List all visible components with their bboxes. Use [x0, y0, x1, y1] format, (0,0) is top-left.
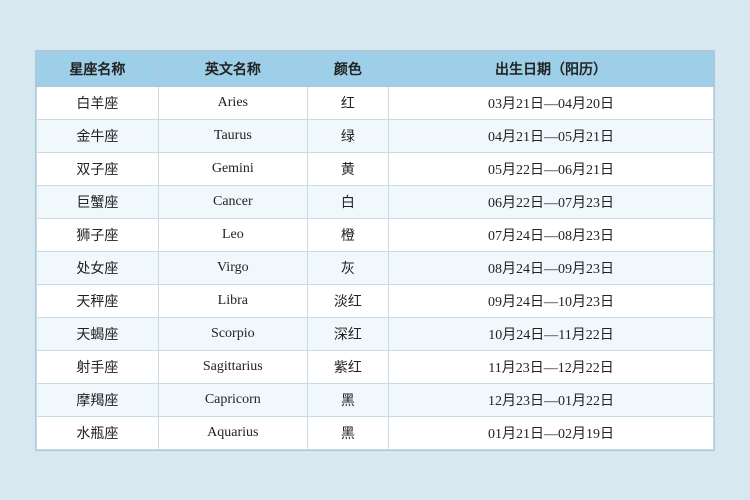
table-row: 天蝎座Scorpio深红10月24日—11月22日	[37, 317, 714, 350]
cell-color: 黑	[307, 416, 388, 449]
zodiac-table: 星座名称 英文名称 颜色 出生日期（阳历） 白羊座Aries红03月21日—04…	[36, 51, 714, 450]
table-row: 双子座Gemini黄05月22日—06月21日	[37, 152, 714, 185]
table-row: 摩羯座Capricorn黑12月23日—01月22日	[37, 383, 714, 416]
cell-date: 07月24日—08月23日	[389, 218, 714, 251]
cell-date: 04月21日—05月21日	[389, 119, 714, 152]
cell-chinese: 金牛座	[37, 119, 159, 152]
cell-english: Virgo	[158, 251, 307, 284]
header-chinese: 星座名称	[37, 51, 159, 86]
table-row: 射手座Sagittarius紫红11月23日—12月22日	[37, 350, 714, 383]
cell-english: Sagittarius	[158, 350, 307, 383]
cell-color: 黄	[307, 152, 388, 185]
cell-chinese: 天蝎座	[37, 317, 159, 350]
cell-chinese: 双子座	[37, 152, 159, 185]
cell-chinese: 射手座	[37, 350, 159, 383]
table-header-row: 星座名称 英文名称 颜色 出生日期（阳历）	[37, 51, 714, 86]
zodiac-table-container: 星座名称 英文名称 颜色 出生日期（阳历） 白羊座Aries红03月21日—04…	[35, 50, 715, 451]
cell-chinese: 处女座	[37, 251, 159, 284]
cell-english: Cancer	[158, 185, 307, 218]
cell-date: 10月24日—11月22日	[389, 317, 714, 350]
cell-color: 红	[307, 86, 388, 119]
cell-color: 紫红	[307, 350, 388, 383]
cell-date: 08月24日—09月23日	[389, 251, 714, 284]
cell-english: Aries	[158, 86, 307, 119]
cell-english: Gemini	[158, 152, 307, 185]
cell-date: 12月23日—01月22日	[389, 383, 714, 416]
header-color: 颜色	[307, 51, 388, 86]
cell-color: 淡红	[307, 284, 388, 317]
cell-color: 灰	[307, 251, 388, 284]
cell-color: 绿	[307, 119, 388, 152]
cell-english: Aquarius	[158, 416, 307, 449]
cell-date: 01月21日—02月19日	[389, 416, 714, 449]
header-english: 英文名称	[158, 51, 307, 86]
cell-chinese: 白羊座	[37, 86, 159, 119]
table-row: 水瓶座Aquarius黑01月21日—02月19日	[37, 416, 714, 449]
table-row: 巨蟹座Cancer白06月22日—07月23日	[37, 185, 714, 218]
table-row: 处女座Virgo灰08月24日—09月23日	[37, 251, 714, 284]
cell-color: 深红	[307, 317, 388, 350]
cell-color: 黑	[307, 383, 388, 416]
table-body: 白羊座Aries红03月21日—04月20日金牛座Taurus绿04月21日—0…	[37, 86, 714, 449]
cell-date: 05月22日—06月21日	[389, 152, 714, 185]
cell-english: Taurus	[158, 119, 307, 152]
table-row: 天秤座Libra淡红09月24日—10月23日	[37, 284, 714, 317]
cell-date: 09月24日—10月23日	[389, 284, 714, 317]
cell-color: 白	[307, 185, 388, 218]
cell-chinese: 水瓶座	[37, 416, 159, 449]
table-row: 白羊座Aries红03月21日—04月20日	[37, 86, 714, 119]
cell-chinese: 天秤座	[37, 284, 159, 317]
cell-english: Capricorn	[158, 383, 307, 416]
cell-chinese: 狮子座	[37, 218, 159, 251]
cell-date: 11月23日—12月22日	[389, 350, 714, 383]
header-date: 出生日期（阳历）	[389, 51, 714, 86]
table-row: 狮子座Leo橙07月24日—08月23日	[37, 218, 714, 251]
cell-chinese: 巨蟹座	[37, 185, 159, 218]
cell-english: Libra	[158, 284, 307, 317]
cell-chinese: 摩羯座	[37, 383, 159, 416]
cell-color: 橙	[307, 218, 388, 251]
cell-english: Leo	[158, 218, 307, 251]
cell-date: 06月22日—07月23日	[389, 185, 714, 218]
cell-english: Scorpio	[158, 317, 307, 350]
table-row: 金牛座Taurus绿04月21日—05月21日	[37, 119, 714, 152]
cell-date: 03月21日—04月20日	[389, 86, 714, 119]
